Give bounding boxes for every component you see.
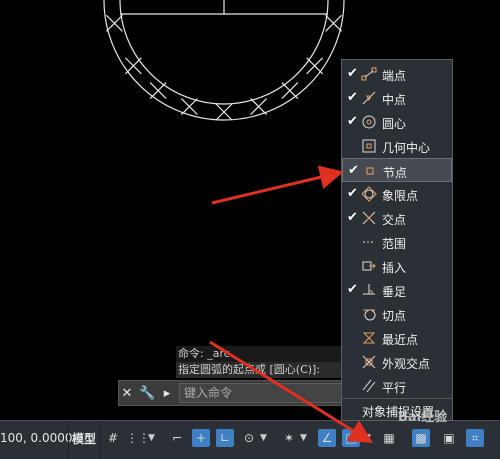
node-x-marker [106, 14, 123, 32]
separator [68, 421, 69, 459]
geometric-center-icon [361, 138, 377, 154]
menu-item-label: 平行 [382, 381, 407, 395]
node-x-marker [124, 57, 142, 75]
node-x-marker [149, 82, 167, 100]
apparent-intersection-icon [361, 354, 377, 370]
menu-item-label: 象限点 [382, 189, 419, 203]
menu-item-label: 最近点 [382, 333, 419, 347]
menu-item-apparent-intersection[interactable]: 外观交点 [342, 350, 452, 374]
quadrant-icon [361, 186, 377, 202]
center-icon [361, 114, 377, 130]
dynamic-input-icon[interactable]: + [192, 429, 210, 447]
menu-item-endpoint[interactable]: ✔ 端点 [342, 62, 452, 86]
menu-item-label: 圆心 [382, 117, 407, 131]
node-x-marker [325, 14, 342, 32]
osnap-dropdown-chevron-icon[interactable]: ▼ [364, 429, 371, 447]
node-x-marker [250, 98, 268, 115]
checkmark-icon: ✔ [347, 210, 358, 225]
polar-icon[interactable]: ∟ [216, 429, 234, 447]
command-history: 命令: _arc 指定圆弧的起点或 [圆心(C)]: [176, 346, 356, 378]
chevron-down-icon[interactable]: ▼ [148, 429, 155, 447]
command-input[interactable]: 键入命令 [179, 383, 354, 403]
lineweight-icon[interactable]: ∠ [318, 429, 336, 447]
menu-item-label: 节点 [383, 166, 408, 180]
menu-item-node[interactable]: ✔ 节点 [342, 158, 452, 182]
menu-item-perpendicular[interactable]: ✔ 垂足 [342, 278, 452, 302]
isodraft-icon[interactable]: ⊙ [240, 429, 258, 447]
menu-item-tangent[interactable]: 切点 [342, 302, 452, 326]
menu-item-quadrant[interactable]: ✔ 象限点 [342, 182, 452, 206]
coordinates-readout[interactable]: 100, 0.0000 [0, 431, 73, 445]
snap-grid-icon[interactable]: ⋮⋮ [126, 429, 150, 447]
extension-icon [361, 234, 377, 250]
node-x-marker [306, 57, 324, 75]
ortho-icon[interactable]: ⌐ [168, 429, 186, 447]
checkmark-icon: ✔ [347, 90, 358, 105]
selection-cycling-icon[interactable]: ▩ [412, 429, 430, 447]
annotation-icon[interactable]: ▣ [440, 429, 458, 447]
node-icon [362, 163, 378, 179]
menu-item-label: 几何中心 [382, 141, 431, 155]
separator [100, 421, 101, 459]
object-snap-menu: 对象捕捉设置... ✔ 端点 ✔ 中点 ✔ 圆心 几何中心 ✔ 节点 ✔ 象限点 ✔ 交点 范围 插入 ✔ 垂足… [341, 59, 453, 421]
watermark: Bai经验 [398, 410, 448, 425]
intersection-icon [361, 210, 377, 226]
grid-icon[interactable]: # [104, 429, 122, 447]
osnap-icon[interactable]: □ [342, 429, 360, 447]
endpoint-icon [361, 66, 377, 82]
menu-item-label: 切点 [382, 309, 407, 323]
inner-arc [119, 0, 329, 105]
menu-item-midpoint[interactable]: ✔ 中点 [342, 86, 452, 110]
history-line-2: 指定圆弧的起点或 [圆心(C)]: [176, 362, 356, 378]
chevron-down-icon[interactable]: ▼ [260, 429, 267, 447]
status-bar: 100, 0.0000 模型 # ⋮⋮ ▼ ⌐ + ∟ ⊙ ▼ ✶ ▼ ∠ □ … [0, 420, 500, 459]
menu-item-insertion[interactable]: 插入 [342, 254, 452, 278]
menu-item-label: 中点 [382, 93, 407, 107]
chevron-down-icon[interactable]: ▼ [300, 429, 307, 447]
node-x-marker [281, 82, 299, 100]
command-bar: ✕ 🔧 ▸ 键入命令 [118, 380, 355, 406]
checkmark-icon: ✔ [347, 66, 358, 81]
command-prompt-icon[interactable]: ▸ [159, 386, 175, 401]
menu-item-label: 垂足 [382, 285, 407, 299]
checkmark-icon: ✔ [348, 163, 359, 178]
workspace-icon[interactable]: ⌗ [466, 429, 484, 447]
menu-item-label: 范围 [382, 237, 407, 251]
menu-item-label: 端点 [382, 69, 407, 83]
object-track-icon[interactable]: ✶ [280, 429, 298, 447]
menu-item-label: 插入 [382, 261, 407, 275]
checkmark-icon: ✔ [347, 114, 358, 129]
tangent-icon [361, 306, 377, 322]
insertion-icon [361, 258, 377, 274]
node-x-marker [215, 103, 233, 121]
perpendicular-icon [361, 282, 377, 298]
history-line-1: 命令: _arc [176, 346, 356, 362]
parallel-icon [361, 378, 377, 394]
menu-item-label: 外观交点 [382, 357, 431, 371]
checkmark-icon: ✔ [347, 282, 358, 297]
menu-item-center[interactable]: ✔ 圆心 [342, 110, 452, 134]
node-x-marker [180, 98, 198, 115]
transparency-icon[interactable]: ▦ [380, 429, 398, 447]
menu-item-intersection[interactable]: ✔ 交点 [342, 206, 452, 230]
menu-item-geometric-center[interactable]: 几何中心 [342, 134, 452, 158]
menu-item-extension[interactable]: 范围 [342, 230, 452, 254]
wrench-icon[interactable]: 🔧 [139, 386, 155, 401]
nearest-icon [361, 330, 377, 346]
close-icon[interactable]: ✕ [119, 386, 135, 401]
menu-item-label: 交点 [382, 213, 407, 227]
checkmark-icon: ✔ [347, 186, 358, 201]
menu-item-parallel[interactable]: 平行 [342, 374, 452, 398]
midpoint-icon [361, 90, 377, 106]
model-tab[interactable]: 模型 [72, 430, 96, 447]
menu-item-nearest[interactable]: 最近点 [342, 326, 452, 350]
